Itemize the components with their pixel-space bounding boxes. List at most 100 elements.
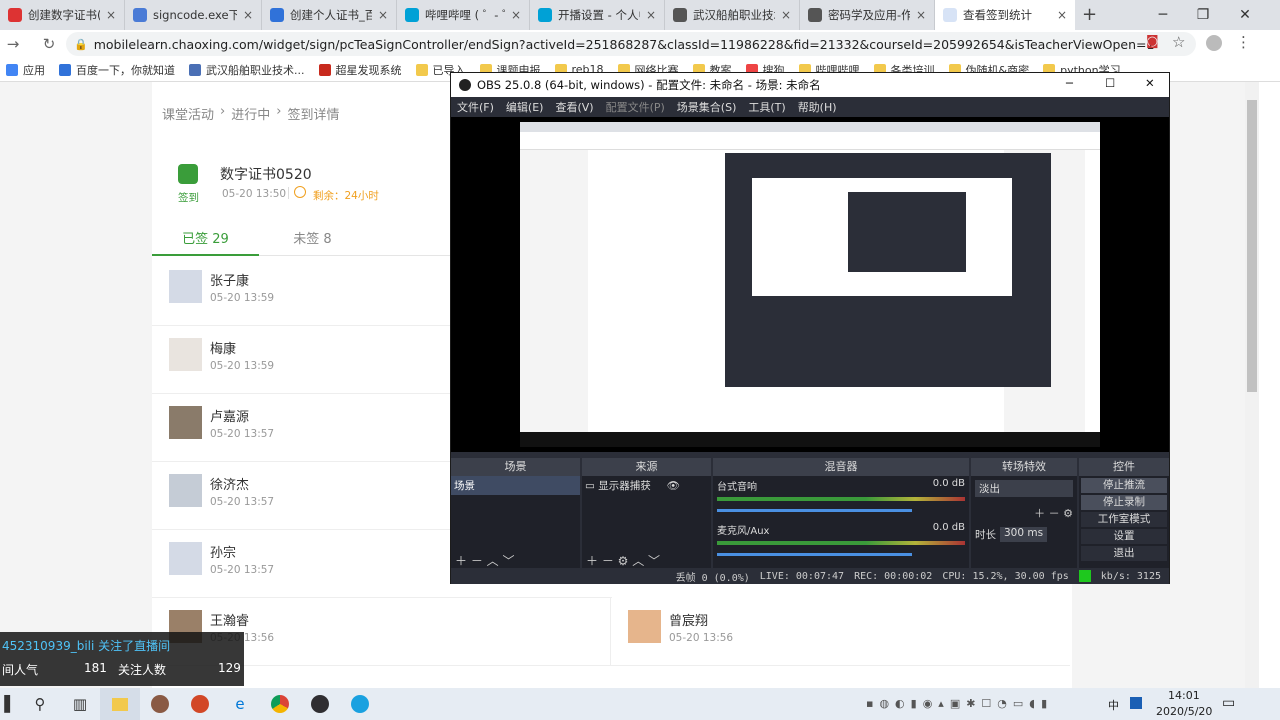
system-tray-icons[interactable]: ▪◍◐▮◉▴▣✱☐◔▭◖▮	[866, 697, 1053, 710]
mixer-dock-title: 混音器	[713, 458, 969, 476]
close-tab-icon[interactable]: ×	[916, 8, 926, 22]
close-tab-icon[interactable]: ×	[243, 8, 253, 22]
scene-item[interactable]: 场景	[451, 476, 580, 495]
scenes-dock-title: 场景	[451, 458, 580, 476]
start-icon[interactable]: ▌	[0, 688, 20, 720]
source-item[interactable]: ▭ 显示器捕获 👁	[582, 476, 711, 495]
close-tab-icon[interactable]: ×	[106, 8, 116, 22]
controls-dock-title: 控件	[1079, 458, 1169, 476]
browser-tab-active[interactable]: 查看签到统计 ×	[935, 0, 1075, 30]
app-circle-icon[interactable]	[340, 688, 380, 720]
browser-tab[interactable]: 开播设置 - 个人中 ×	[530, 0, 665, 30]
sources-dock-title: 来源	[582, 458, 711, 476]
address-bar[interactable]: 🔒 mobilelearn.chaoxing.com/widget/sign/p…	[66, 32, 1196, 56]
browser-tab[interactable]: 创建个人证书_百度 ×	[262, 0, 397, 30]
volume-slider[interactable]	[717, 553, 912, 556]
breadcrumb-item[interactable]: 进行中	[231, 104, 270, 123]
transition-controls[interactable]: ＋ － ⚙	[975, 505, 1073, 521]
close-tab-icon[interactable]: ×	[1057, 8, 1067, 22]
bookmark-item[interactable]: 百度一下，你就知道	[59, 62, 175, 78]
blocked-icon[interactable]: ◙	[1146, 34, 1159, 49]
browser-tab[interactable]: 武汉船舶职业技术 ×	[665, 0, 800, 30]
popularity-label: 间人气	[2, 663, 39, 677]
obs-icon[interactable]	[300, 688, 340, 720]
menu-scene-collection[interactable]: 场景集合(S)	[677, 99, 737, 115]
duration-input[interactable]: 300 ms	[1000, 527, 1048, 542]
channel-name: 台式音响	[717, 482, 757, 493]
browser-tab[interactable]: 创建数字证书(一):// ×	[0, 0, 125, 30]
browser-toolbar: → ↻ 🔒 mobilelearn.chaoxing.com/widget/si…	[0, 30, 1280, 58]
ime-indicator[interactable]: 中	[1108, 697, 1119, 713]
breadcrumb-item[interactable]: 课堂活动	[162, 104, 214, 123]
bookmark-item[interactable]: 武汉船舶职业技术...	[189, 62, 305, 78]
menu-edit[interactable]: 编辑(E)	[506, 99, 544, 115]
profile-avatar-icon[interactable]	[1206, 35, 1222, 51]
divider	[288, 187, 289, 199]
forward-icon[interactable]: →	[0, 35, 26, 53]
transition-select[interactable]: 淡出	[975, 480, 1073, 497]
close-window-icon[interactable]: ✕	[1222, 0, 1268, 30]
new-tab-button[interactable]: +	[1082, 4, 1097, 25]
tab-favicon	[133, 8, 147, 22]
exit-button[interactable]: 退出	[1081, 546, 1167, 561]
clock-icon	[294, 186, 306, 198]
live-overlay: 452310939_bili 关注了直播间 间人气 181 关注人数 129	[0, 632, 244, 686]
task-view-icon[interactable]: ▥	[60, 688, 100, 720]
file-explorer-icon[interactable]	[100, 688, 140, 720]
stop-recording-button[interactable]: 停止录制	[1081, 495, 1167, 510]
menu-help[interactable]: 帮助(H)	[798, 99, 837, 115]
close-tab-icon[interactable]: ×	[646, 8, 656, 22]
input-tool-icon[interactable]	[1130, 697, 1142, 709]
tab-title: 开播设置 - 个人中	[558, 8, 640, 22]
tab-unsigned[interactable]: 未签 8	[259, 224, 366, 256]
clock-date[interactable]: 2020/5/20	[1156, 705, 1212, 718]
chrome-icon[interactable]	[260, 688, 300, 720]
channel-name: 麦克风/Aux	[717, 526, 770, 537]
stop-streaming-button[interactable]: 停止推流	[1081, 478, 1167, 493]
avatar	[169, 406, 202, 439]
reload-icon[interactable]: ↻	[36, 35, 62, 53]
close-tab-icon[interactable]: ×	[378, 8, 388, 22]
bookmark-item[interactable]: 应用	[6, 62, 45, 78]
scrollbar-thumb[interactable]	[1247, 100, 1257, 392]
edge-icon[interactable]: e	[220, 688, 260, 720]
settings-button[interactable]: 设置	[1081, 529, 1167, 544]
followers-value: 129	[218, 661, 241, 675]
powerpoint-icon[interactable]	[180, 688, 220, 720]
student-name: 梅康	[210, 342, 237, 357]
browser-tab[interactable]: 密码学及应用-作业 ×	[800, 0, 935, 30]
avatar	[169, 338, 202, 371]
search-icon[interactable]: ⚲	[20, 688, 60, 720]
chevron-right-icon: ›	[276, 104, 282, 119]
obs-maximize-icon[interactable]: ☐	[1105, 76, 1115, 90]
obs-close-icon[interactable]: ✕	[1145, 76, 1155, 90]
student-row: 曾宸翔 05-20 13:56	[610, 598, 1070, 666]
sign-time: 05-20 13:56	[669, 632, 734, 644]
obs-minimize-icon[interactable]: ─	[1066, 76, 1073, 90]
mixer-channel: 麦克风/Aux 0.0 dB	[717, 522, 965, 537]
menu-profile[interactable]: 配置文件(P)	[606, 99, 665, 115]
notification-icon[interactable]: ▭	[1222, 695, 1235, 711]
close-tab-icon[interactable]: ×	[511, 8, 521, 22]
scene-list-controls[interactable]: ＋ － ︿ ﹀	[455, 552, 514, 569]
default-avatar-icon	[169, 542, 202, 575]
sign-hand-icon	[178, 164, 198, 184]
eye-icon[interactable]: 👁	[667, 480, 680, 492]
studio-mode-button[interactable]: 工作室模式	[1081, 512, 1167, 527]
bookmark-star-icon[interactable]: ☆	[1172, 33, 1185, 51]
preview-canvas[interactable]	[520, 122, 1100, 447]
source-list-controls[interactable]: ＋ － ⚙ ︿ ﹀	[586, 552, 660, 569]
clock-time[interactable]: 14:01	[1168, 689, 1200, 702]
menu-kebab-icon[interactable]: ⋮	[1236, 33, 1251, 51]
tab-signed[interactable]: 已签 29	[152, 224, 259, 256]
menu-view[interactable]: 查看(V)	[555, 99, 593, 115]
volume-slider[interactable]	[717, 509, 912, 512]
maximize-icon[interactable]: ❐	[1180, 0, 1226, 30]
app-avatar-icon[interactable]	[140, 688, 180, 720]
bookmark-item[interactable]: 超星发现系统	[318, 62, 402, 78]
close-tab-icon[interactable]: ×	[781, 8, 791, 22]
menu-tools[interactable]: 工具(T)	[748, 99, 785, 115]
browser-tab[interactable]: 哔哩哔哩 ( ゜- ゜)つ ×	[397, 0, 530, 30]
menu-file[interactable]: 文件(F)	[457, 99, 494, 115]
browser-tab[interactable]: signcode.exe下载_ ×	[125, 0, 262, 30]
